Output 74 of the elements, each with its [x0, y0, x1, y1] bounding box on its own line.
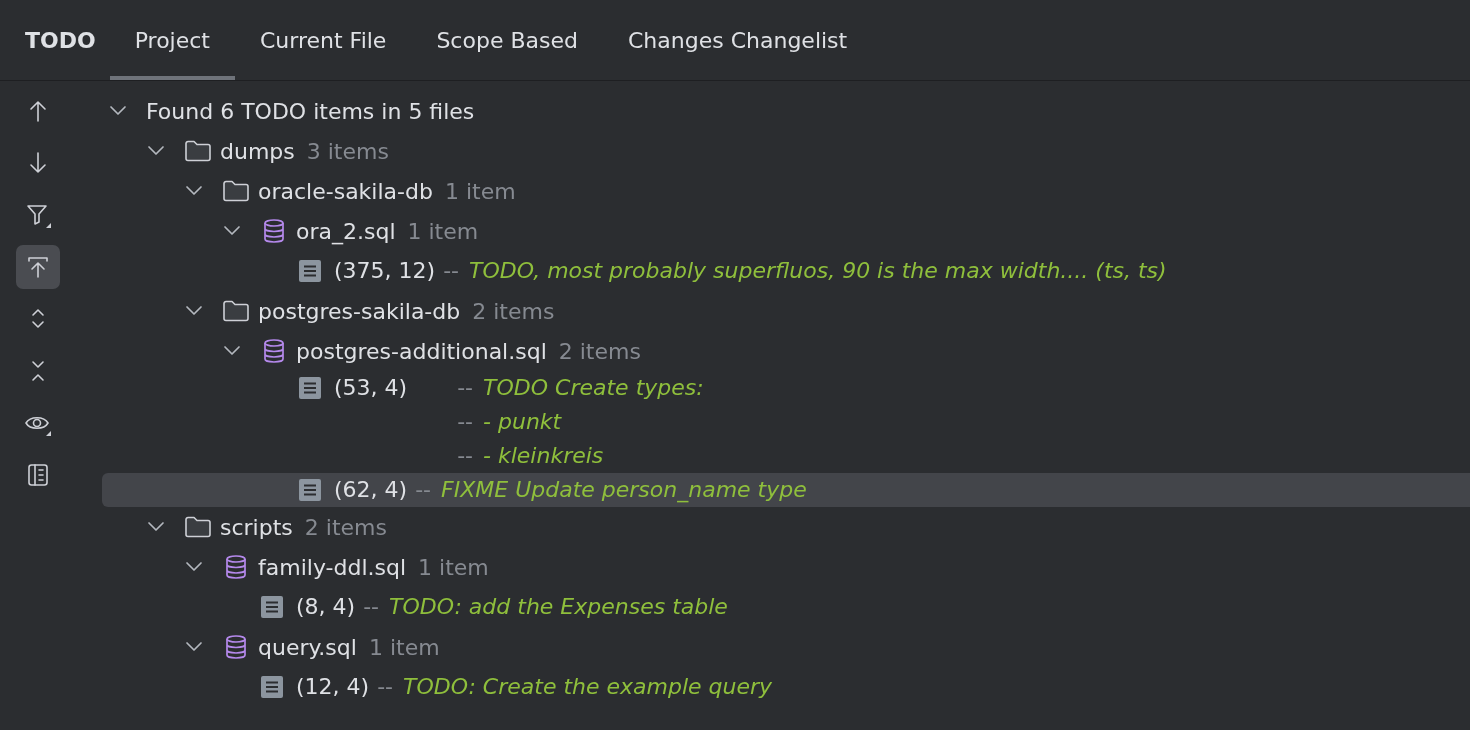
tree-row[interactable]: oracle-sakila-db 1 item	[102, 171, 1470, 211]
todo-position[interactable]: (8, 4)	[296, 590, 356, 624]
tree-row[interactable]: ora_2.sql 1 item	[102, 211, 1470, 251]
comment-dash: --	[377, 673, 394, 701]
comment-dash: --	[443, 257, 460, 285]
tree-root-label[interactable]: Found 6 TODO items in 5 files	[146, 98, 475, 124]
item-count: 2 items	[304, 514, 387, 540]
tab[interactable]: Scope Based	[411, 0, 603, 80]
chevron-icon[interactable]	[184, 185, 204, 197]
todo-comment[interactable]: - kleinkreis	[483, 439, 604, 473]
tree-row[interactable]: dumps 3 items	[102, 131, 1470, 171]
tree-item-label[interactable]: family-ddl.sql	[258, 554, 407, 580]
chevron-icon[interactable]	[146, 521, 166, 533]
note-icon	[260, 595, 284, 619]
item-count: 3 items	[306, 138, 389, 164]
todo-position[interactable]: (375, 12)	[334, 254, 436, 288]
tree-row[interactable]: (8, 4) -- TODO: add the Expenses table	[102, 587, 1470, 627]
item-count: 2 items	[472, 298, 555, 324]
tree-item-label[interactable]: query.sql	[258, 634, 357, 660]
todo-position[interactable]: (62, 4)	[334, 473, 408, 507]
todo-position[interactable]: (12, 4)	[296, 670, 370, 704]
todo-comment[interactable]: TODO Create types:	[483, 371, 704, 405]
tree-row[interactable]: query.sql 1 item	[102, 627, 1470, 667]
tree-item-label[interactable]: ora_2.sql	[296, 218, 396, 244]
tree-item-label[interactable]: postgres-sakila-db	[258, 298, 461, 324]
folder-icon	[184, 515, 212, 539]
comment-dash: --	[363, 593, 380, 621]
tree-row[interactable]: family-ddl.sql 1 item	[102, 547, 1470, 587]
item-count: 1 item	[368, 634, 440, 660]
tree-item-label[interactable]: scripts	[220, 514, 293, 540]
comment-dash: --	[457, 374, 474, 402]
chevron-icon[interactable]	[184, 641, 204, 653]
chevron-icon[interactable]	[222, 345, 242, 357]
tree-row[interactable]: (62, 4) -- FIXME Update person_name type	[102, 473, 1470, 507]
chevron-icon[interactable]	[108, 105, 128, 117]
todo-comment[interactable]: - punkt	[483, 405, 562, 439]
todo-comment[interactable]: TODO: Create the example query	[403, 670, 773, 704]
tab[interactable]: Current File	[234, 0, 412, 80]
tree-row[interactable]: scripts 2 items	[102, 507, 1470, 547]
comment-dash: --	[457, 442, 474, 470]
tree-row[interactable]: postgres-additional.sql 2 items	[102, 331, 1470, 371]
tree-row[interactable]: (53, 4) -- TODO Create types: -- - punkt -- - kleinkreis	[102, 371, 1470, 473]
item-count: 1 item	[418, 554, 489, 580]
folder-icon	[222, 299, 250, 323]
note-icon	[298, 259, 322, 283]
tree-item-label[interactable]: oracle-sakila-db	[258, 178, 433, 204]
chevron-icon[interactable]	[184, 561, 204, 573]
folder-icon	[222, 179, 250, 203]
item-count: 2 items	[558, 338, 641, 364]
todo-comment[interactable]: TODO: add the Expenses table	[389, 590, 728, 624]
comment-dash: --	[457, 408, 474, 436]
tree-item-label[interactable]: dumps	[220, 138, 295, 164]
tab[interactable]: Project	[109, 0, 235, 80]
tree-item-label[interactable]: postgres-additional.sql	[296, 338, 547, 364]
tree-row[interactable]: (375, 12) -- TODO, most probably superfluos, 90 is the max width.... (ts, ts)	[102, 251, 1470, 291]
item-count: 1 item	[444, 178, 516, 204]
chevron-icon[interactable]	[184, 305, 204, 317]
tree-row[interactable]: (12, 4) -- TODO: Create the example query	[102, 667, 1470, 707]
tree-row[interactable]: postgres-sakila-db 2 items	[102, 291, 1470, 331]
chevron-icon[interactable]	[222, 225, 242, 237]
tab[interactable]: Changes Changelist	[602, 0, 873, 80]
todo-comment[interactable]: FIXME Update person_name type	[441, 473, 807, 507]
todo-position[interactable]: (53, 4)	[334, 371, 408, 405]
item-count: 1 item	[407, 218, 479, 244]
comment-dash: --	[415, 476, 432, 504]
chevron-icon[interactable]	[146, 145, 166, 157]
todo-comment[interactable]: TODO, most probably superfluos, 90 is the max width.... (ts, ts)	[469, 254, 1167, 288]
panel-title: TODO	[25, 26, 96, 55]
note-icon	[298, 478, 322, 502]
tree-row[interactable]: Found 6 TODO items in 5 files	[102, 91, 1470, 131]
autoscroll-button[interactable]	[16, 245, 60, 289]
note-icon	[260, 675, 284, 699]
folder-icon	[184, 139, 212, 163]
note-icon	[298, 376, 322, 400]
